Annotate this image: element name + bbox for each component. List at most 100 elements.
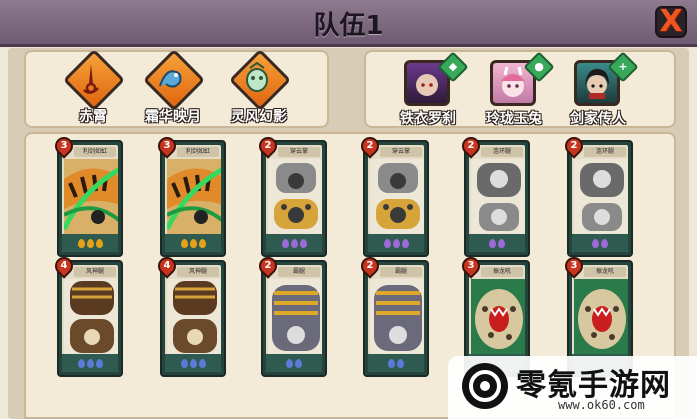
card-art — [370, 159, 424, 235]
skill-card[interactable]: 风神腿 4 — [51, 253, 123, 377]
card-cost-bar — [266, 234, 322, 252]
card-cost-value: 2 — [467, 140, 475, 151]
energy-drop-icon — [290, 238, 298, 248]
skill-name: 赤霄 — [79, 109, 107, 125]
energy-drop-icon — [601, 238, 608, 248]
watermark-url: www.ok60.com — [558, 398, 645, 412]
skill-card[interactable]: 利剑如虹 3 — [51, 133, 123, 257]
card-name: 利剑如虹 — [177, 147, 219, 157]
energy-drop-icon — [180, 358, 188, 368]
card-face: 连环腿 — [572, 145, 628, 252]
card-cost-bar — [368, 354, 424, 372]
energy-drop-icon — [95, 358, 103, 368]
card-art — [64, 279, 118, 355]
card-cost-value: 3 — [467, 260, 475, 271]
skill-card[interactable]: 霸腿 2 — [255, 253, 327, 377]
skill-card[interactable]: 穿云掌 2 — [357, 133, 429, 257]
energy-drop-icon — [286, 358, 293, 368]
energy-drop-icon — [295, 358, 302, 368]
energy-drop-icon — [383, 238, 391, 248]
energy-drop-icon — [198, 238, 206, 248]
skill-slot-3[interactable]: 灵风幻影 — [224, 48, 294, 130]
skill-name: 灵风幻影 — [231, 109, 287, 125]
companion-name: 剑家传人 — [570, 111, 626, 127]
card-cost-value: 2 — [264, 260, 272, 271]
card-cost-value: 3 — [60, 140, 68, 151]
energy-drop-icon — [77, 358, 85, 368]
card-name: 穿云掌 — [380, 147, 422, 157]
energy-drop-icon — [397, 358, 404, 368]
skill-card[interactable]: 连环腿 2 — [561, 133, 633, 257]
card-art — [268, 159, 322, 235]
card-art — [471, 279, 525, 355]
card-name: 振龙吼 — [584, 267, 626, 277]
card-face: 利剑如虹 — [62, 145, 118, 252]
skill-slot-2[interactable]: 霜华映月 — [138, 48, 208, 130]
energy-drop-icon — [198, 358, 206, 368]
skill-card[interactable]: 连环腿 2 — [458, 133, 530, 257]
card-name: 利剑如虹 — [74, 147, 116, 157]
energy-drop-icon — [392, 238, 400, 248]
card-face: 风神腿 — [165, 265, 221, 372]
card-name: 风神腿 — [177, 267, 219, 277]
companion-name: 铁衣罗刹 — [400, 111, 456, 127]
card-cost-value: 3 — [163, 140, 171, 151]
title-bar: 队伍1 X — [0, 0, 697, 47]
skill-card[interactable]: 霸腿 2 — [357, 253, 429, 377]
card-art — [574, 159, 628, 235]
companion-slot-3[interactable]: + 剑家传人 — [560, 51, 639, 130]
energy-drop-icon — [86, 238, 94, 248]
card-cost-bar — [165, 354, 221, 372]
card-art — [370, 279, 424, 355]
energy-drop-icon — [592, 238, 599, 248]
card-cost-bar — [368, 234, 424, 252]
close-icon: X — [659, 4, 683, 39]
close-button[interactable]: X — [655, 6, 687, 38]
energy-drop-icon — [95, 238, 103, 248]
spirit-icon — [246, 61, 268, 92]
card-name: 霸腿 — [278, 267, 320, 277]
card-cost-bar — [572, 234, 628, 252]
skill-card[interactable]: 穿云掌 2 — [255, 133, 327, 257]
skill-name: 霜华映月 — [145, 109, 201, 125]
card-cost-value: 2 — [366, 140, 374, 151]
energy-drop-icon — [86, 358, 94, 368]
card-cost-value: 4 — [163, 260, 171, 271]
card-face: 霸腿 — [266, 265, 322, 372]
card-cost-value: 2 — [570, 140, 578, 151]
gamepad-logo-icon — [462, 363, 508, 409]
energy-drop-icon — [189, 358, 197, 368]
skill-card[interactable]: 利剑如虹 3 — [154, 133, 226, 257]
card-cost-value: 3 — [570, 260, 578, 271]
energy-drop-icon — [498, 238, 505, 248]
dragon-icon — [159, 70, 182, 88]
energy-drop-icon — [489, 238, 496, 248]
card-art — [64, 159, 118, 235]
skill-slot-1[interactable]: 赤霄 — [58, 48, 128, 130]
card-art — [574, 279, 628, 355]
card-face: 利剑如虹 — [165, 145, 221, 252]
team-title: 队伍1 — [313, 11, 384, 41]
card-face: 风神腿 — [62, 265, 118, 372]
card-cost-bar — [266, 354, 322, 372]
energy-drop-icon — [299, 238, 307, 248]
card-name: 连环腿 — [584, 147, 626, 157]
card-art — [268, 279, 322, 355]
card-name: 穿云掌 — [278, 147, 320, 157]
card-name: 风神腿 — [74, 267, 116, 277]
card-name: 连环腿 — [481, 147, 523, 157]
card-face: 穿云掌 — [266, 145, 322, 252]
card-art — [471, 159, 525, 235]
energy-drop-icon — [388, 358, 395, 368]
energy-drop-icon — [77, 238, 85, 248]
companion-slot-2[interactable]: ● 玲珑玉兔 — [476, 51, 555, 130]
card-art — [167, 279, 221, 355]
card-cost-value: 4 — [60, 260, 68, 271]
card-cost-value: 2 — [366, 260, 374, 271]
card-cost-bar — [62, 234, 118, 252]
energy-drop-icon — [180, 238, 188, 248]
companion-slot-1[interactable]: ◆ 铁衣罗刹 — [390, 51, 469, 130]
card-cost-bar — [165, 234, 221, 252]
skill-card[interactable]: 风神腿 4 — [154, 253, 226, 377]
card-name: 霸腿 — [380, 267, 422, 277]
